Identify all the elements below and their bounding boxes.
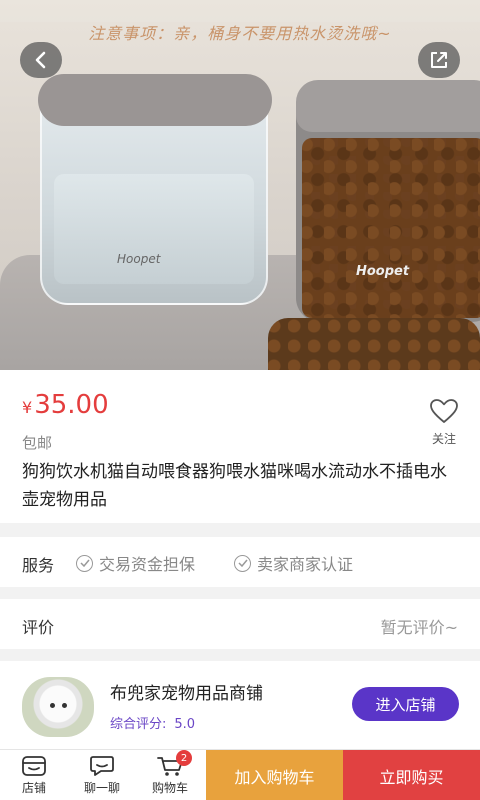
product-title: 狗狗饮水机猫自动喂食器狗喂水猫咪喝水流动水不插电水壶宠物用品 [22,462,447,510]
chevron-left-icon [35,51,46,69]
shop-name[interactable]: 布兜家宠物用品商铺 [110,679,263,704]
service-item-certified: 卖家商家认证 [234,551,353,575]
tab-label: 购物车 [151,781,188,795]
tab-label: 聊一聊 [83,781,120,795]
brand-logo-left: Hoopet [117,252,161,266]
store-icon [22,756,46,776]
enter-shop-button[interactable]: 进入店铺 [352,687,459,721]
share-button[interactable] [418,42,460,78]
review-row[interactable]: 评价 暂无评价~ [0,599,480,649]
tab-label: 店铺 [21,781,46,795]
buy-now-button[interactable]: 立即购买 [343,750,480,800]
follow-button[interactable]: 关注 [422,398,466,447]
review-value: 暂无评价~ [380,618,458,637]
shop-score: 综合评分: 5.0 [110,713,195,732]
currency-symbol: ¥ [22,398,33,417]
image-banner-text: 注意事项：亲，桶身不要用热水烫洗哦~ [88,24,392,43]
shop-section: 布兜家宠物用品商铺 综合评分: 5.0 进入店铺 [0,661,480,749]
shop-score-value: 5.0 [174,717,196,732]
follow-label: 关注 [431,432,456,446]
product-detail-page: 注意事项：亲，桶身不要用热水烫洗哦~ Hoopet Hoopet ¥35.00 … [0,0,480,800]
share-icon [431,52,447,68]
shop-avatar[interactable] [22,677,94,737]
price-section: ¥35.00 包邮 关注 狗狗饮水机猫自动喂食器狗喂水猫咪喝水流动水不插电水壶宠… [0,370,480,523]
review-label: 评价 [22,618,55,637]
check-circle-icon [76,554,93,572]
service-item-label: 交易资金担保 [99,555,196,574]
water-tank-illustration: Hoopet [38,74,272,305]
tab-chat[interactable]: 聊一聊 [68,750,136,800]
shop-score-label: 综合评分: [110,717,167,732]
status-bar [0,0,480,22]
bottom-action-bar: 店铺 聊一聊 购物车 2 加入购物车 立即购买 [0,749,480,800]
food-bowl-illustration [268,318,480,370]
service-item-label: 卖家商家认证 [257,555,354,574]
service-row[interactable]: 服务 交易资金担保 卖家商家认证 [0,537,480,587]
product-image[interactable]: 注意事项：亲，桶身不要用热水烫洗哦~ Hoopet Hoopet [0,0,480,370]
tab-cart[interactable]: 购物车 2 [136,750,204,800]
shipping-tag: 包邮 [22,434,53,452]
price: ¥35.00 [22,390,109,420]
check-circle-icon [234,554,251,572]
brand-logo-right: Hoopet [356,264,410,279]
chat-icon [90,756,114,776]
food-tank-illustration: Hoopet [296,80,480,322]
cart-count-badge: 2 [176,750,192,766]
price-value: 35.00 [34,390,109,420]
service-item-guarantee: 交易资金担保 [76,551,195,575]
add-to-cart-button[interactable]: 加入购物车 [206,750,343,800]
back-button[interactable] [20,42,62,78]
service-label: 服务 [22,556,55,575]
tab-store[interactable]: 店铺 [0,750,68,800]
heart-icon [430,399,458,423]
